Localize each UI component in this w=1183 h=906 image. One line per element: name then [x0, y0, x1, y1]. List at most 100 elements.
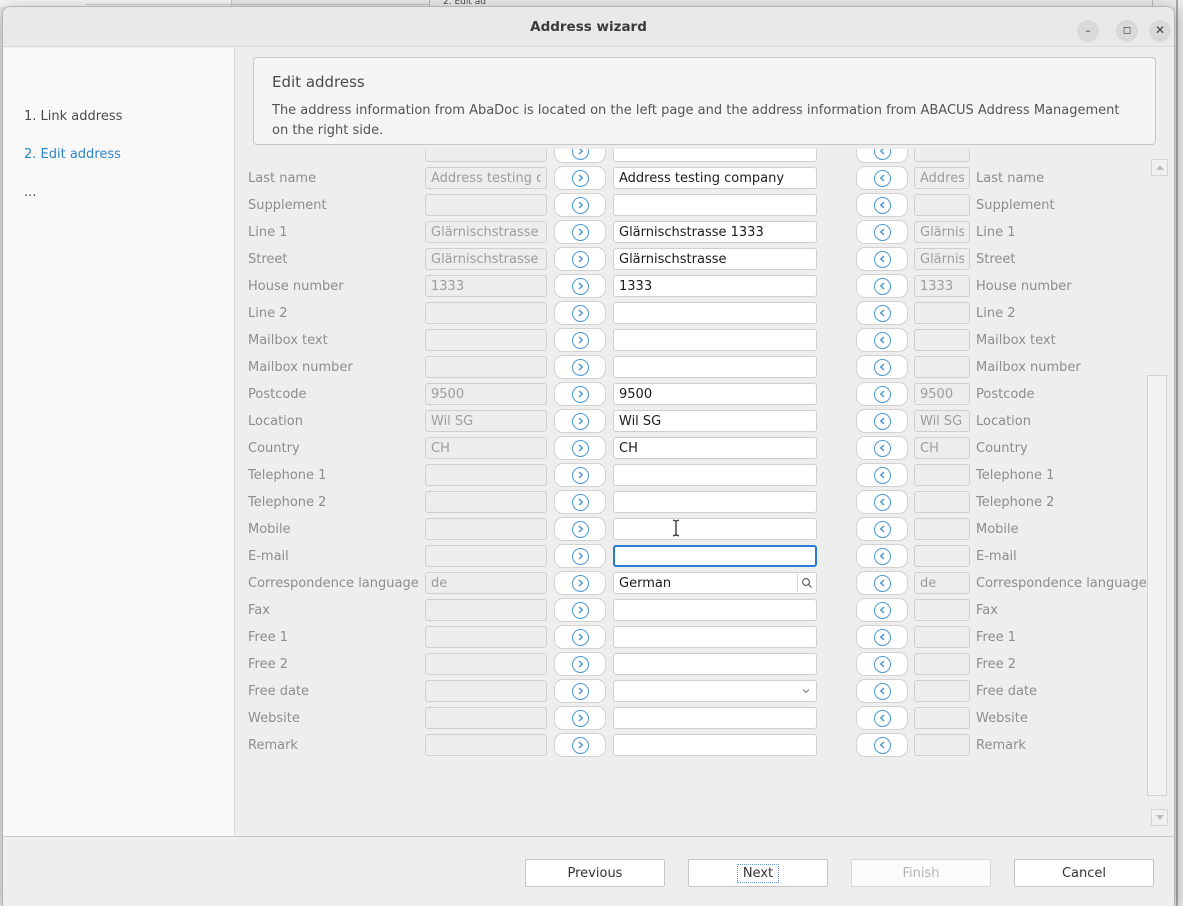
copy-right-button[interactable]	[554, 706, 606, 730]
chevron-down-icon[interactable]	[798, 685, 814, 697]
arrow-left-icon	[874, 656, 891, 673]
merged-value-input[interactable]	[613, 491, 817, 513]
copy-right-button[interactable]	[554, 193, 606, 217]
copy-left-button[interactable]	[856, 149, 908, 163]
merged-value-input[interactable]	[613, 464, 817, 486]
copy-left-button[interactable]	[856, 571, 908, 595]
abadoc-value-input	[425, 734, 547, 756]
copy-left-button[interactable]	[856, 247, 908, 271]
merged-value-input[interactable]	[613, 221, 817, 243]
merged-value-input[interactable]	[613, 518, 817, 540]
scrollbar-thumb[interactable]	[1147, 375, 1167, 796]
copy-left-button[interactable]	[856, 220, 908, 244]
merged-value-input[interactable]	[613, 626, 817, 648]
copy-left-button[interactable]	[856, 490, 908, 514]
row-label-left: Free date	[248, 684, 420, 699]
merged-value-input[interactable]	[613, 329, 817, 351]
copy-right-button[interactable]	[554, 625, 606, 649]
form-row: Street Street	[236, 246, 1146, 273]
form-row: Mobile Mobile	[236, 516, 1146, 543]
abacus-value-input	[914, 518, 970, 540]
copy-right-button[interactable]	[554, 679, 606, 703]
copy-right-button[interactable]	[554, 355, 606, 379]
copy-right-button[interactable]	[554, 247, 606, 271]
copy-right-button[interactable]	[554, 463, 606, 487]
copy-right-button[interactable]	[554, 733, 606, 757]
abadoc-value-input	[425, 302, 547, 324]
copy-left-button[interactable]	[856, 463, 908, 487]
merged-value-input[interactable]	[613, 248, 817, 270]
copy-left-button[interactable]	[856, 598, 908, 622]
copy-right-button[interactable]	[554, 328, 606, 352]
copy-left-button[interactable]	[856, 436, 908, 460]
row-label-left: Postcode	[248, 387, 420, 402]
arrow-left-icon	[874, 149, 891, 160]
previous-button[interactable]: Previous	[525, 859, 665, 887]
arrow-left-icon	[874, 521, 891, 538]
merged-value-input[interactable]	[613, 680, 817, 702]
abacus-value-input	[914, 356, 970, 378]
copy-left-button[interactable]	[856, 166, 908, 190]
copy-right-button[interactable]	[554, 598, 606, 622]
cancel-button[interactable]: Cancel	[1014, 859, 1154, 887]
copy-left-button[interactable]	[856, 274, 908, 298]
copy-right-button[interactable]	[554, 544, 606, 568]
copy-right-button[interactable]	[554, 149, 606, 163]
next-button[interactable]: Next	[688, 859, 828, 887]
copy-left-button[interactable]	[856, 733, 908, 757]
copy-right-button[interactable]	[554, 220, 606, 244]
title-bar[interactable]: Address wizard – ◻ ✕	[3, 7, 1174, 47]
close-button[interactable]: ✕	[1149, 20, 1171, 42]
copy-left-button[interactable]	[856, 301, 908, 325]
merged-value-input[interactable]	[613, 275, 817, 297]
row-label-right: Line 2	[976, 306, 1016, 321]
merged-value-input[interactable]	[613, 599, 817, 621]
merged-value-input[interactable]	[613, 356, 817, 378]
copy-right-button[interactable]	[554, 274, 606, 298]
copy-left-button[interactable]	[856, 328, 908, 352]
copy-right-button[interactable]	[554, 490, 606, 514]
merged-value-input[interactable]	[613, 437, 817, 459]
copy-left-button[interactable]	[856, 625, 908, 649]
arrow-left-icon	[874, 224, 891, 241]
merged-value-input[interactable]	[613, 410, 817, 432]
copy-left-button[interactable]	[856, 409, 908, 433]
merged-value-input[interactable]	[613, 167, 817, 189]
minimize-button[interactable]: –	[1077, 20, 1099, 42]
copy-right-button[interactable]	[554, 436, 606, 460]
merged-value-input[interactable]	[613, 149, 817, 162]
merged-value-input[interactable]	[613, 653, 817, 675]
copy-left-button[interactable]	[856, 517, 908, 541]
copy-left-button[interactable]	[856, 652, 908, 676]
copy-right-button[interactable]	[554, 382, 606, 406]
copy-right-button[interactable]	[554, 409, 606, 433]
copy-left-button[interactable]	[856, 706, 908, 730]
merged-value-input[interactable]	[613, 194, 817, 216]
merged-value-input[interactable]	[613, 383, 817, 405]
copy-left-button[interactable]	[856, 544, 908, 568]
copy-left-button[interactable]	[856, 193, 908, 217]
copy-left-button[interactable]	[856, 679, 908, 703]
address-form-scroll-area[interactable]: Last name Last name Supplement	[236, 149, 1146, 836]
copy-right-button[interactable]	[554, 517, 606, 541]
copy-right-button[interactable]	[554, 652, 606, 676]
arrow-left-icon	[874, 332, 891, 349]
sidebar-step-link-address[interactable]: 1. Link address	[24, 109, 122, 124]
search-icon[interactable]	[797, 574, 816, 592]
scroll-down-button[interactable]	[1151, 809, 1168, 826]
scroll-up-button[interactable]	[1151, 159, 1168, 176]
merged-value-input[interactable]	[613, 545, 817, 567]
copy-left-button[interactable]	[856, 382, 908, 406]
merged-value-input[interactable]	[613, 707, 817, 729]
copy-right-button[interactable]	[554, 166, 606, 190]
copy-right-button[interactable]	[554, 301, 606, 325]
sidebar-step-edit-address[interactable]: 2. Edit address	[24, 147, 121, 162]
merged-value-input[interactable]	[613, 734, 817, 756]
maximize-button[interactable]: ◻	[1116, 20, 1138, 42]
merged-value-input[interactable]	[613, 302, 817, 324]
arrow-left-icon	[874, 467, 891, 484]
copy-right-button[interactable]	[554, 571, 606, 595]
abadoc-value-input	[425, 599, 547, 621]
merged-value-input[interactable]	[613, 572, 817, 594]
copy-left-button[interactable]	[856, 355, 908, 379]
